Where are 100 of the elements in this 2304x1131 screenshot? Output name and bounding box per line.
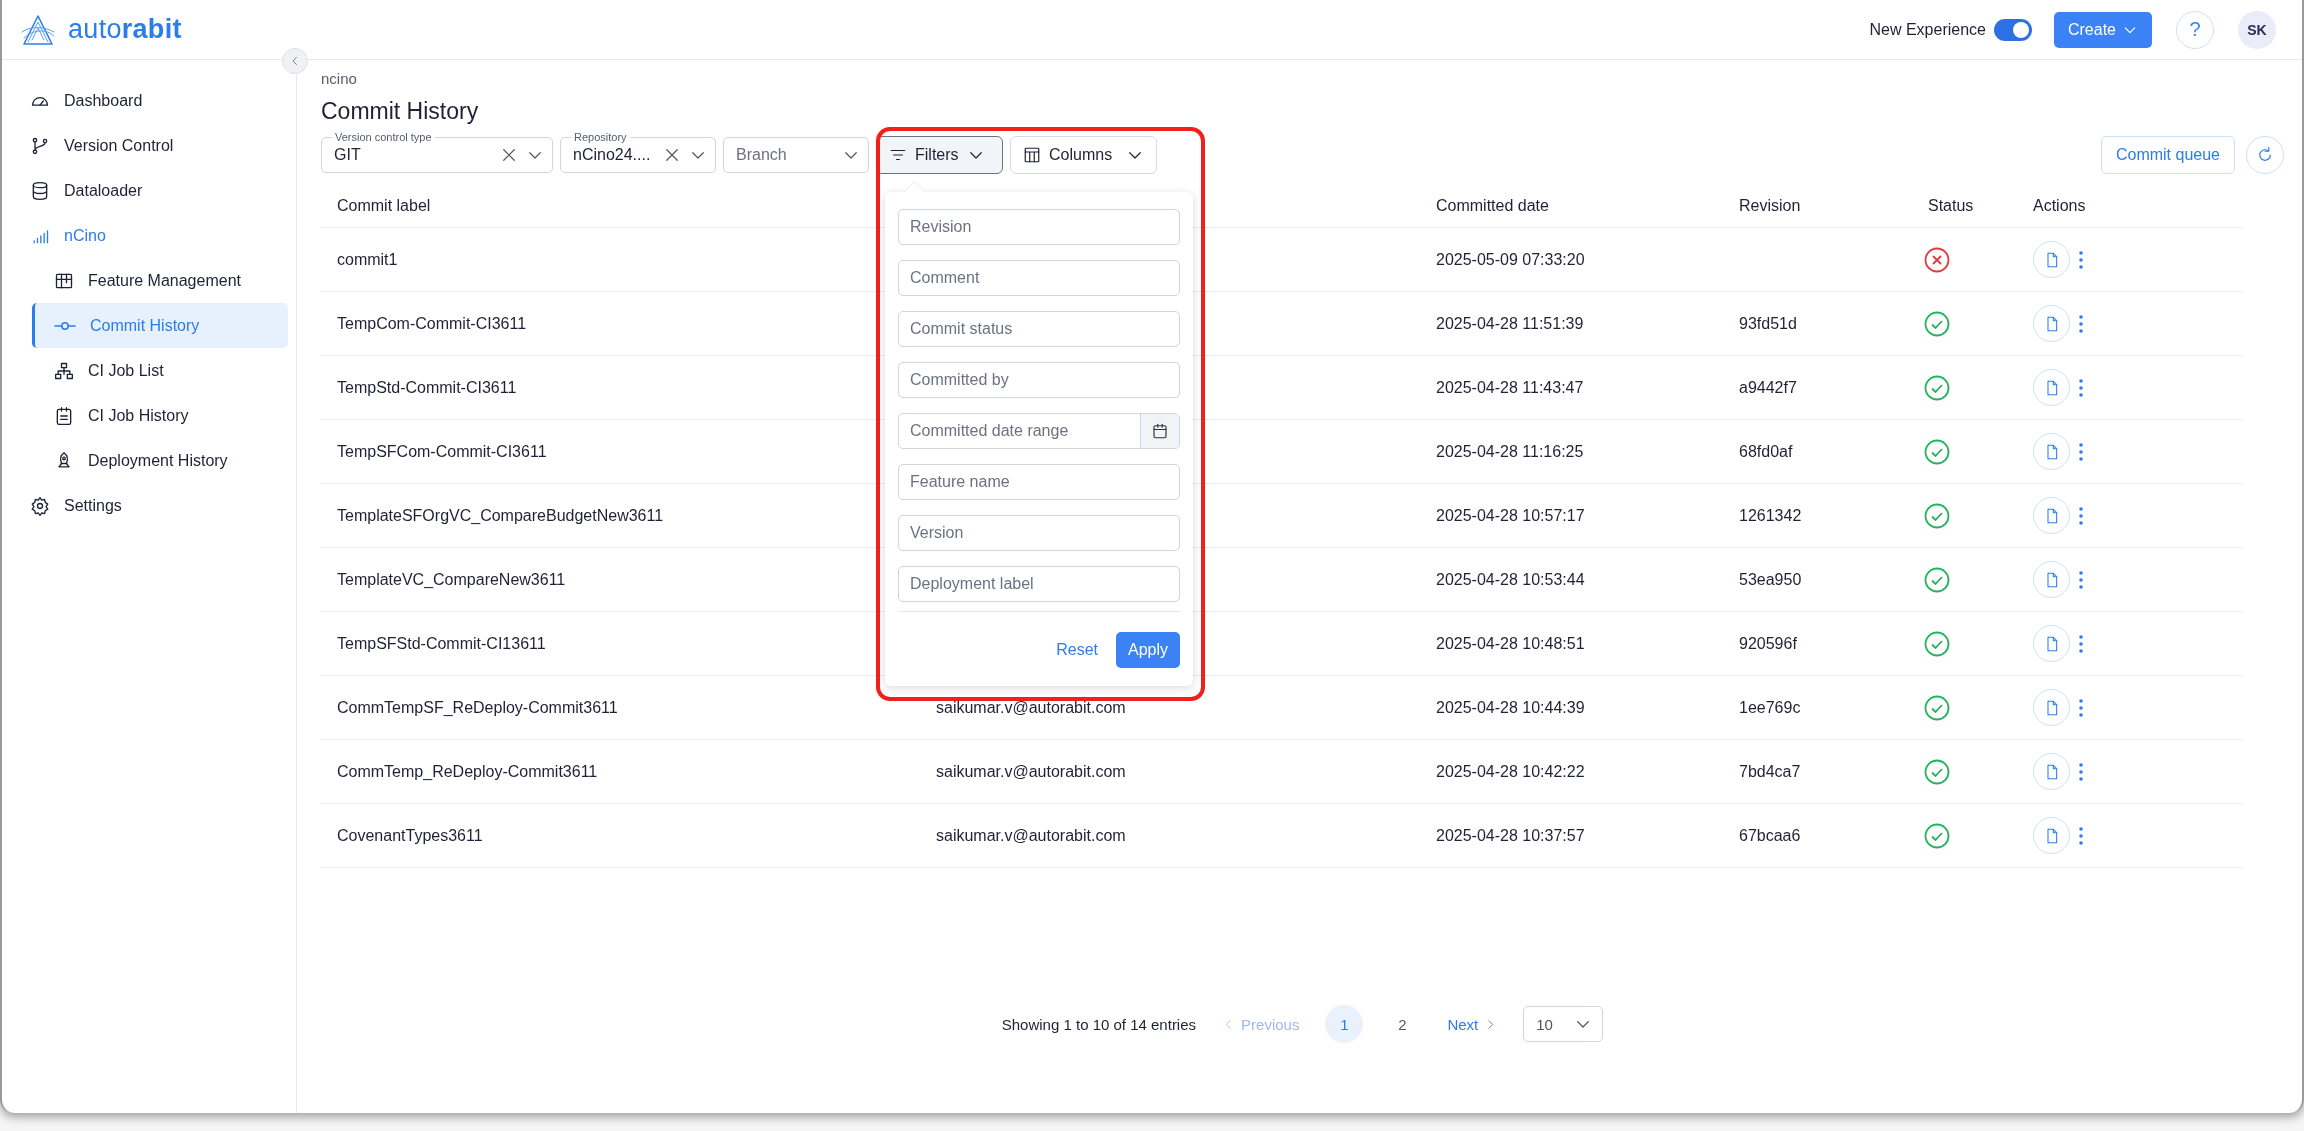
- filter-field[interactable]: Committed by: [898, 362, 1180, 398]
- apply-button[interactable]: Apply: [1115, 632, 1180, 668]
- create-button[interactable]: Create: [2053, 11, 2152, 48]
- clipboard-icon: [54, 405, 74, 426]
- view-button[interactable]: [2033, 689, 2070, 726]
- refresh-icon: [2256, 146, 2274, 164]
- filter-field[interactable]: Commit status: [898, 311, 1180, 347]
- entries-summary: Showing 1 to 10 of 14 entries: [1001, 1015, 1197, 1033]
- page-size-select[interactable]: 10: [1523, 1006, 1604, 1042]
- table-cell-text: 2025-04-28 10:44:39: [1435, 698, 1586, 717]
- filter-field[interactable]: Revision: [898, 209, 1180, 245]
- more-button[interactable]: [2078, 633, 2084, 654]
- clear-icon: [500, 146, 518, 164]
- toggle-label: New Experience: [1869, 20, 1986, 39]
- column-header: Commit label: [336, 197, 432, 215]
- table-cell-text: TemplateSFOrgVC_CompareBudgetNew3611: [336, 506, 665, 525]
- more-button[interactable]: [2078, 313, 2084, 334]
- view-button[interactable]: [2033, 497, 2070, 534]
- page-button[interactable]: 2: [1383, 1005, 1422, 1043]
- sidebar-item[interactable]: Settings: [30, 483, 288, 528]
- sidebar-item[interactable]: Feature Management: [30, 258, 288, 303]
- column-header: Revision: [1738, 197, 1802, 215]
- column-header: Status: [1927, 197, 1975, 215]
- table-cell-text: CommTemp_ReDeploy-Commit3611: [336, 762, 599, 781]
- sidebar-item[interactable]: CI Job History: [30, 393, 288, 438]
- more-button[interactable]: [2078, 377, 2084, 398]
- filter-field[interactable]: Feature name: [898, 464, 1180, 500]
- table-cell-text: a9442f7: [1738, 378, 1798, 397]
- more-button[interactable]: [2078, 569, 2084, 590]
- view-button[interactable]: [2033, 241, 2070, 278]
- clear-icon: [663, 146, 681, 164]
- date-range-field[interactable]: Committed date range: [898, 413, 1180, 449]
- filter-field[interactable]: Deployment label: [898, 566, 1180, 602]
- date-input[interactable]: Committed date range: [899, 414, 1140, 448]
- table-cell-text: commit1: [336, 250, 399, 269]
- sidebar-item[interactable]: CI Job List: [30, 348, 288, 393]
- table-cell-text: 1ee769c: [1738, 698, 1802, 717]
- table-cell-text: saikumar.v@autorabit.com: [935, 826, 1127, 845]
- sitemap-icon: [54, 360, 74, 381]
- filter-field[interactable]: Version: [898, 515, 1180, 551]
- table-cell-text: saikumar.v@autorabit.com: [935, 698, 1127, 717]
- sidebar-item[interactable]: Version Control: [30, 123, 288, 168]
- breadcrumb[interactable]: ncino: [321, 70, 357, 87]
- sidebar-item[interactable]: nCino: [30, 213, 288, 258]
- table-cell-text: TempSFCom-Commit-CI3611: [336, 442, 548, 461]
- table-cell-text: 2025-04-28 11:16:25: [1435, 442, 1585, 461]
- table-cell-text: saikumar.v@autorabit.com: [935, 762, 1127, 781]
- select-field[interactable]: Branch: [723, 137, 869, 173]
- table-cell-text: 2025-04-28 10:53:44: [1435, 570, 1586, 589]
- table-cell-text: 1261342: [1738, 506, 1803, 525]
- refresh-button[interactable]: [2246, 136, 2284, 174]
- reset-button[interactable]: Reset: [1050, 640, 1104, 660]
- calendar-icon: [1151, 422, 1169, 440]
- more-button[interactable]: [2078, 441, 2084, 462]
- more-button[interactable]: [2078, 505, 2084, 526]
- logo-text: autorabit: [68, 14, 182, 45]
- view-button[interactable]: [2033, 561, 2070, 598]
- view-button[interactable]: [2033, 305, 2070, 342]
- table-cell-text: 93fd51d: [1738, 314, 1798, 333]
- sidebar-item[interactable]: Deployment History: [30, 438, 288, 483]
- column-header: Committed date: [1435, 197, 1550, 215]
- columns-icon: [1023, 146, 1041, 164]
- commit-queue-button[interactable]: Commit queue: [2100, 136, 2235, 174]
- table-cell-text: CommTempSF_ReDeploy-Commit3611: [336, 698, 619, 717]
- table-cell-text: 920596f: [1738, 634, 1798, 653]
- sidebar-item[interactable]: Dashboard: [30, 78, 288, 123]
- column-header: Actions: [2032, 197, 2087, 215]
- table-cell-text: 2025-04-28 10:57:17: [1435, 506, 1586, 525]
- table-cell-text: TempSFStd-Commit-CI13611: [336, 634, 547, 653]
- view-button[interactable]: [2033, 369, 2070, 406]
- table-cell-text: 7bd4ca7: [1738, 762, 1802, 781]
- branch-icon: [30, 135, 50, 156]
- view-button[interactable]: [2033, 433, 2070, 470]
- table-cell-text: 2025-04-28 10:48:51: [1435, 634, 1586, 653]
- more-button[interactable]: [2078, 249, 2084, 270]
- table-cell-text: 2025-04-28 10:42:22: [1435, 762, 1586, 781]
- sidebar-item[interactable]: Dataloader: [30, 168, 288, 213]
- table-cell-text: 2025-04-28 11:51:39: [1435, 314, 1585, 333]
- view-button[interactable]: [2033, 625, 2070, 662]
- more-button[interactable]: [2078, 761, 2084, 782]
- calendar-button[interactable]: [1140, 414, 1179, 448]
- table-cell-text: 68fd0af: [1738, 442, 1794, 461]
- sidebar-item[interactable]: Commit History: [32, 303, 288, 348]
- table-cell-text: CovenantTypes3611: [336, 826, 484, 845]
- help-button[interactable]: ?: [2176, 10, 2214, 49]
- next-link[interactable]: Next: [1441, 1014, 1504, 1034]
- table-cell-text: 2025-05-09 07:33:20: [1435, 250, 1586, 269]
- table-cell-text: 67bcaa6: [1738, 826, 1802, 845]
- view-button[interactable]: [2033, 817, 2070, 854]
- page-button[interactable]: 1: [1325, 1005, 1364, 1043]
- filter-field[interactable]: Comment: [898, 260, 1180, 296]
- more-button[interactable]: [2078, 697, 2084, 718]
- more-button[interactable]: [2078, 825, 2084, 846]
- table-cell-text: 53ea950: [1738, 570, 1803, 589]
- database-icon: [30, 180, 50, 201]
- view-button[interactable]: [2033, 753, 2070, 790]
- columns-button[interactable]: Columns: [1010, 136, 1157, 174]
- avatar[interactable]: SK: [2238, 10, 2276, 49]
- toggle-switch[interactable]: [1993, 18, 2032, 41]
- table-cell-text: 2025-04-28 10:37:57: [1435, 826, 1586, 845]
